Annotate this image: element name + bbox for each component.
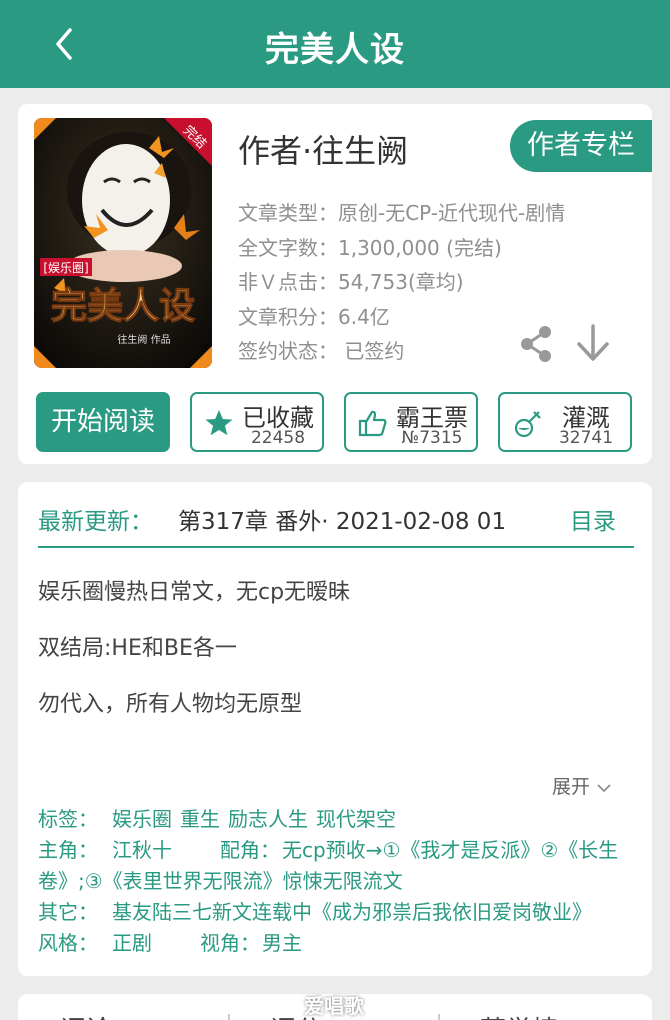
favorite-count: 22458 — [250, 428, 306, 448]
tag-section: 标签： 娱乐圈 重生 励志人生 现代架空 主角： 江秋十 配角： 无cp预收→①《我才是反派》… — [38, 804, 638, 959]
star-icon — [205, 410, 233, 436]
roles-row: 主角： 江秋十 配角： 无cp预收→①《我才是反派》②《长生卷》;③《表里世界无限流》… — [38, 835, 638, 897]
top-bar: 完美人设 — [0, 0, 670, 88]
cover-author: 往生阙 作品 — [117, 333, 170, 346]
meta-type: 文章类型：原创-无CP-近代现代-剧情 — [238, 201, 566, 225]
author-name[interactable]: 作者·往生阙 — [238, 126, 408, 172]
tab-recommend[interactable]: 荐举榜 — [480, 1010, 558, 1020]
favorite-button[interactable]: 已收藏 22458 — [190, 392, 324, 452]
meta-score: 文章积分：6.4亿 — [238, 304, 390, 329]
description-line: 娱乐圈慢热日常文，无cp无暧昧 — [38, 580, 351, 605]
divider — [38, 546, 634, 548]
page-title: 完美人设 — [265, 30, 405, 70]
other-row: 其它： 基友陆三七新文连载中《成为邪祟后我依旧爱岗敬业》 — [38, 897, 638, 928]
start-reading-button[interactable]: 开始阅读 — [36, 392, 170, 452]
style-row: 风格： 正剧 视角： 男主 — [38, 928, 638, 959]
tag-link[interactable]: 励志人生 — [228, 807, 308, 831]
meta-sign-status: 签约状态： 已签约 — [238, 339, 405, 363]
expand-label: 展开 — [552, 776, 591, 798]
irrigate-button[interactable]: 灌溉 32741 — [498, 392, 632, 452]
tag-link[interactable]: 现代架空 — [316, 807, 396, 831]
download-icon[interactable] — [574, 322, 612, 364]
tag-link[interactable]: 重生 — [180, 807, 220, 831]
tag-link[interactable]: 娱乐圈 — [112, 807, 172, 831]
cover-title-art: 完美人设 — [51, 285, 195, 327]
author-column-button[interactable]: 作者专栏 — [510, 120, 652, 172]
tab-separator — [228, 1014, 230, 1020]
description-line: 双结局:HE和BE各一 — [38, 636, 237, 661]
style-label: 风格： — [38, 931, 98, 955]
bawang-count: №7315 — [401, 428, 463, 448]
main-role: 江秋十 — [112, 838, 172, 862]
table-of-contents-link[interactable]: 目录 — [570, 502, 616, 536]
book-detail-card: 最新更新： 第317章 番外· 2021-02-08 01 目录 娱乐圈慢热日常… — [18, 482, 652, 976]
latest-chapter-link[interactable]: 第317章 番外· 2021-02-08 01 — [178, 502, 548, 536]
thumbs-up-icon — [358, 410, 387, 437]
watermark: 爱唱歌 — [304, 994, 364, 1018]
book-info-card: 完结 [娱乐圈] 完美人设 往生阙 作品 作者·往生阙 作者专栏 文章类型：原创… — [18, 104, 652, 464]
tags-label: 标签： — [38, 807, 98, 831]
expand-button[interactable]: 展开 — [552, 772, 612, 799]
book-meta: 文章类型：原创-无CP-近代现代-剧情 全文字数：1,300,000 (完结) … — [238, 196, 565, 369]
tab-separator — [438, 1014, 440, 1020]
bawang-ticket-button[interactable]: 霸王票 №7315 — [344, 392, 478, 452]
description-line: 勿代入，所有人物均无原型 — [38, 692, 303, 717]
other-label: 其它： — [38, 900, 98, 924]
meta-word-count: 全文字数：1,300,000 (完结) — [238, 235, 502, 260]
meta-clicks: 非Ｖ点击：54,753(章均) — [238, 270, 464, 294]
irrigate-count: 32741 — [558, 428, 614, 448]
other-text: 基友陆三七新文连载中《成为邪祟后我依旧爱岗敬业》 — [112, 900, 592, 924]
view-label: 视角： — [200, 931, 260, 955]
watering-icon — [514, 411, 541, 438]
tags-row: 标签： 娱乐圈 重生 励志人生 现代架空 — [38, 804, 638, 835]
book-cover[interactable]: 完结 [娱乐圈] 完美人设 往生阙 作品 — [34, 118, 212, 368]
main-role-label: 主角： — [38, 838, 98, 862]
support-role-label: 配角： — [220, 838, 280, 862]
latest-update-label: 最新更新： — [38, 509, 153, 535]
share-icon[interactable] — [518, 324, 554, 364]
tab-comments[interactable]: 评论 — [60, 1010, 112, 1020]
cover-tag: [娱乐圈] — [43, 261, 88, 275]
chevron-down-icon — [597, 783, 611, 792]
style-value: 正剧 — [112, 931, 152, 955]
view-value: 男主 — [262, 931, 302, 955]
